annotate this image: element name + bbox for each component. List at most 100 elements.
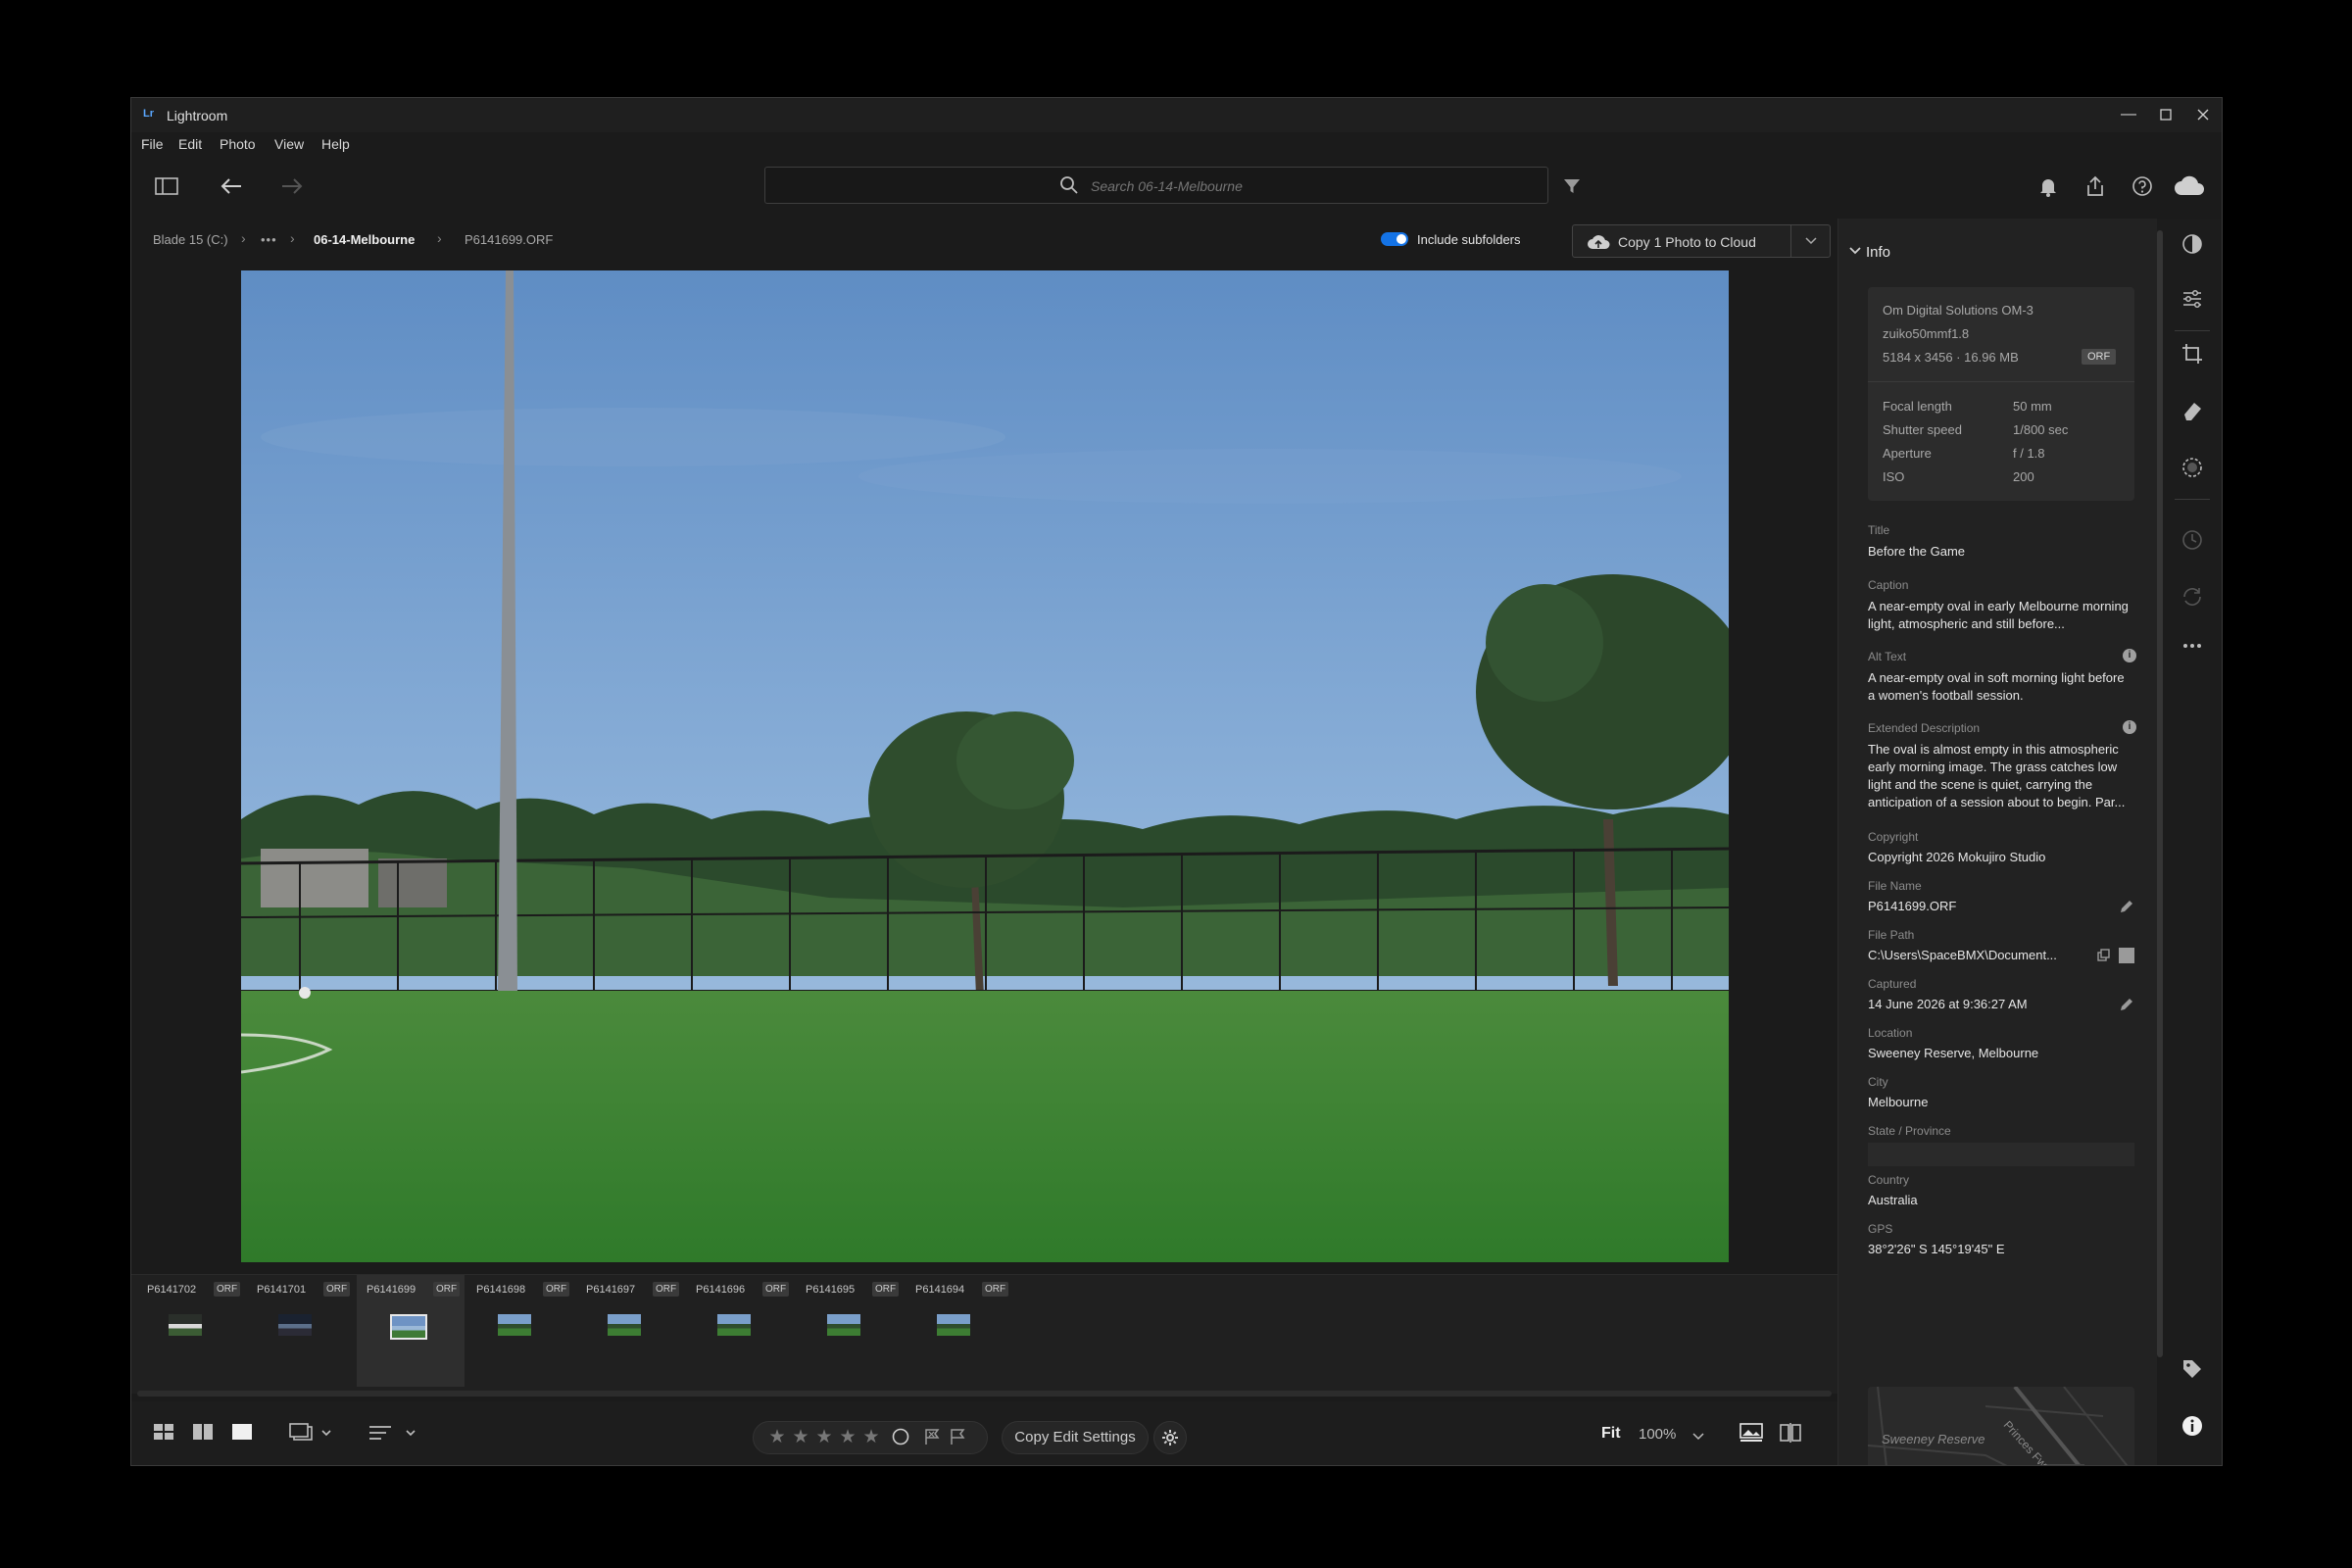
pencil-icon[interactable]	[2119, 997, 2134, 1012]
slideshow-menu-button[interactable]	[288, 1423, 337, 1446]
gps-field[interactable]: 38°2'26" S 145°19'45" E	[1868, 1241, 2134, 1258]
star-2[interactable]: ★	[791, 1428, 810, 1447]
copy-path-icon[interactable]	[2095, 948, 2111, 963]
state-field[interactable]	[1868, 1143, 2134, 1166]
main-photo[interactable]	[241, 270, 1729, 1262]
file-name-field[interactable]: P6141699.ORF	[1868, 898, 2134, 915]
grid-view-button[interactable]	[151, 1423, 176, 1446]
more-options-button[interactable]	[2179, 634, 2206, 662]
filmstrip-thumbnail[interactable]	[827, 1314, 860, 1336]
help-button[interactable]	[2129, 175, 2156, 203]
copyright-field[interactable]: Copyright 2026 Mokujiro Studio	[1868, 849, 2134, 866]
copy-to-cloud-button[interactable]: Copy 1 Photo to Cloud	[1572, 224, 1831, 258]
edit-button[interactable]	[2179, 287, 2206, 315]
show-in-explorer-icon[interactable]	[2119, 948, 2134, 963]
filmstrip-item-name: P6141702	[147, 1284, 197, 1296]
maximize-button[interactable]	[2148, 102, 2183, 127]
filmstrip-scrollbar[interactable]	[137, 1391, 1832, 1396]
search-box[interactable]	[764, 167, 1548, 204]
info-panel-scrollbar[interactable]	[2157, 230, 2163, 1357]
filmstrip-thumbnail[interactable]	[937, 1314, 970, 1336]
zoom-level-select[interactable]: 100%	[1639, 1426, 1676, 1443]
back-button[interactable]	[218, 175, 245, 203]
location-map[interactable]: Sweeney Reserve Princes Fwy	[1868, 1387, 2134, 1465]
pencil-icon[interactable]	[2119, 899, 2134, 914]
eraser-icon	[2184, 403, 2201, 420]
keywords-button[interactable]	[2179, 1357, 2206, 1385]
filmstrip-item[interactable]: P6141702 ORF	[137, 1275, 245, 1387]
filter-button[interactable]	[1558, 175, 1586, 203]
menu-edit[interactable]: Edit	[178, 136, 202, 152]
app-title: Lightroom	[167, 108, 228, 123]
zoom-dropdown-button[interactable]	[1686, 1423, 1711, 1446]
pick-flag-button[interactable]	[948, 1428, 967, 1447]
versions-button[interactable]	[2179, 528, 2206, 556]
star-3[interactable]: ★	[814, 1428, 834, 1447]
copy-settings-gear-button[interactable]	[1153, 1421, 1187, 1454]
menu-file[interactable]: File	[141, 136, 164, 152]
reject-flag-button[interactable]	[922, 1428, 942, 1447]
extended-description-field[interactable]: The oval is almost empty in this atmosph…	[1868, 741, 2134, 811]
caption-field[interactable]: A near-empty oval in early Melbourne mor…	[1868, 598, 2134, 633]
compare-view-button[interactable]	[1778, 1423, 1803, 1446]
filmstrip-item[interactable]: P6141695 ORF	[796, 1275, 904, 1387]
filmstrip-item[interactable]: P6141696 ORF	[686, 1275, 794, 1387]
country-field[interactable]: Australia	[1868, 1192, 2134, 1209]
menu-help[interactable]: Help	[321, 136, 350, 152]
alt-text-info-icon[interactable]: i	[2123, 649, 2136, 662]
sidebar-toggle-button[interactable]	[153, 175, 180, 203]
chevron-down-icon[interactable]	[1848, 243, 1862, 259]
square-grid-view-button[interactable]	[190, 1423, 216, 1446]
notifications-button[interactable]	[2034, 175, 2062, 203]
filmstrip-item[interactable]: P6141701 ORF	[247, 1275, 355, 1387]
filmstrip-thumbnail[interactable]	[278, 1314, 312, 1336]
copy-to-cloud-dropdown[interactable]	[1790, 225, 1830, 257]
filmstrip-item[interactable]: P6141699 ORF	[357, 1275, 465, 1387]
search-input[interactable]	[1091, 176, 1385, 196]
filmstrip-thumbnail[interactable]	[608, 1314, 641, 1336]
filmstrip-thumbnail[interactable]	[390, 1314, 427, 1340]
minimize-button[interactable]: —	[2111, 102, 2146, 127]
single-image-icon	[232, 1424, 252, 1440]
star-4[interactable]: ★	[838, 1428, 858, 1447]
forward-button[interactable]	[278, 175, 306, 203]
menu-photo[interactable]: Photo	[220, 136, 256, 152]
filmstrip-item[interactable]: P6141697 ORF	[576, 1275, 684, 1387]
zoom-fit-button[interactable]: Fit	[1601, 1425, 1621, 1443]
close-button[interactable]	[2185, 102, 2221, 127]
detail-view-button[interactable]	[229, 1423, 255, 1446]
filmstrip-thumbnail[interactable]	[169, 1314, 202, 1336]
filmstrip-thumbnail[interactable]	[717, 1314, 751, 1336]
alt-text-field[interactable]: A near-empty oval in soft morning light …	[1868, 669, 2134, 705]
filmstrip-item[interactable]: P6141694 ORF	[906, 1275, 1013, 1387]
menu-view[interactable]: View	[274, 136, 304, 152]
sort-menu-button[interactable]	[367, 1423, 425, 1446]
location-field[interactable]: Sweeney Reserve, Melbourne	[1868, 1045, 2134, 1062]
lens-model: zuiko50mmf1.8	[1883, 326, 1970, 341]
share-button[interactable]	[2082, 175, 2109, 203]
include-subfolders-toggle[interactable]	[1381, 232, 1408, 246]
sync-button[interactable]	[2179, 585, 2206, 612]
filmstrip-thumbnail[interactable]	[498, 1314, 531, 1336]
breadcrumb-drive[interactable]: Blade 15 (C:)	[153, 232, 228, 247]
remove-tool-button[interactable]	[2179, 399, 2206, 426]
chevron-down-icon	[1804, 237, 1817, 245]
crop-button[interactable]	[2179, 342, 2206, 369]
breadcrumb-ellipsis[interactable]: •••	[261, 232, 277, 247]
title-field[interactable]: Before the Game	[1868, 543, 2134, 561]
star-1[interactable]: ★	[767, 1428, 787, 1447]
breadcrumb-folder[interactable]: 06-14-Melbourne	[314, 232, 415, 247]
info-button[interactable]	[2179, 1414, 2206, 1442]
extended-description-info-icon[interactable]: i	[2123, 720, 2136, 734]
filmstrip-item[interactable]: P6141698 ORF	[466, 1275, 574, 1387]
copy-edit-settings-button[interactable]: Copy Edit Settings	[1002, 1421, 1149, 1454]
info-panel-title[interactable]: Info	[1866, 244, 1890, 261]
city-field[interactable]: Melbourne	[1868, 1094, 2134, 1111]
masking-button[interactable]	[2179, 456, 2206, 483]
unflag-button[interactable]	[891, 1428, 910, 1447]
captured-field[interactable]: 14 June 2026 at 9:36:27 AM	[1868, 996, 2134, 1013]
star-5[interactable]: ★	[861, 1428, 881, 1447]
presets-button[interactable]	[2179, 232, 2206, 260]
cloud-status-button[interactable]	[2172, 175, 2207, 203]
show-info-overlay-button[interactable]	[1739, 1423, 1764, 1446]
